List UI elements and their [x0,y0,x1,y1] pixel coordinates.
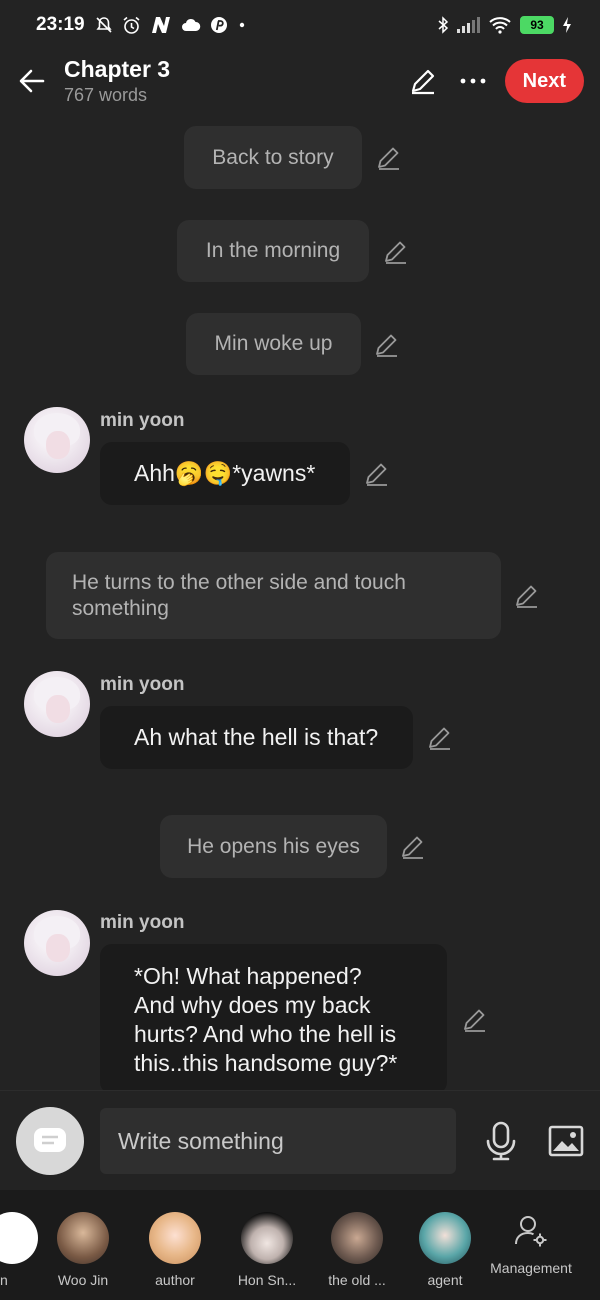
more-options-button[interactable] [455,63,491,99]
chapter-header: Chapter 3 767 words Next [0,50,600,112]
status-icons-right: 93 [437,16,572,34]
edit-message-button[interactable] [374,143,404,173]
management-button[interactable]: Management [486,1190,576,1300]
narration-bubble[interactable]: He opens his eyes [160,815,387,878]
dialogue-text: Ahh🥱🤤*yawns* [134,460,316,486]
edit-message-button[interactable] [398,832,428,862]
wifi-icon [489,17,511,34]
charging-bolt-icon [563,17,571,33]
edit-message-button[interactable] [362,459,392,489]
chapter-title: Chapter 3 [64,56,171,82]
pencil-icon [429,727,450,750]
character-label: n [0,1272,8,1288]
battery-indicator: 93 [520,16,554,34]
edit-message-button[interactable] [512,581,542,611]
character-label: Hon Sn... [237,1272,297,1288]
dialogue-line: this..this handsome guy?* [134,1050,398,1076]
dialogue-bubble[interactable]: Ah what the hell is that? [100,706,413,769]
edit-message-button[interactable] [372,330,402,360]
character-item[interactable]: agent [400,1190,490,1300]
dialogue-line: And why does my back [134,992,371,1018]
character-label: Management [490,1260,572,1276]
more-dots-icon [460,78,486,84]
narration-text: Back to story [212,145,334,169]
character-label: author [155,1272,195,1288]
story-feed[interactable]: Back to story In the morning Min woke up… [0,112,600,1090]
arrow-left-icon [19,69,45,93]
pencil-icon [516,585,537,608]
character-item[interactable]: Hon Sn... [222,1190,312,1300]
avatar[interactable] [24,407,90,473]
narration-text: In the morning [205,239,341,262]
character-item[interactable]: Woo Jin [38,1190,128,1300]
status-icons-left [95,16,247,35]
next-button[interactable]: Next [504,59,584,103]
cell-signal-icon [457,17,480,33]
pinterest-icon [210,17,227,33]
message-type-toggle[interactable] [16,1107,84,1175]
narration-bubble[interactable]: He turns to the other side and touch some… [46,552,501,639]
pencil-icon [402,836,423,859]
message-input[interactable]: Write something [100,1108,456,1174]
speaker-name: min yoon [100,674,185,695]
dot-icon [239,22,244,28]
edit-message-button[interactable] [425,723,455,753]
dialogue-text: Ah what the hell is that? [134,724,379,750]
pencil-icon [366,463,387,486]
status-bar: 23:19 93 [0,0,600,50]
speaker-name: min yoon [100,410,185,431]
mute-bell-icon [96,17,112,33]
pencil-icon [376,334,397,357]
character-label: the old ... [328,1272,386,1288]
pencil-icon [411,69,434,95]
character-avatar [331,1212,383,1264]
user-settings-icon [515,1216,547,1247]
alarm-icon [123,16,140,34]
character-label: Woo Jin [57,1272,109,1288]
character-avatar [57,1212,109,1264]
dialogue-bubble[interactable]: Ahh🥱🤤*yawns* [100,442,350,505]
edit-chapter-button[interactable] [405,63,441,99]
chat-bubble-icon [34,1128,66,1152]
edit-message-button[interactable] [460,1005,490,1035]
dialogue-line: *Oh! What happened? [134,963,362,989]
character-avatar [0,1212,38,1264]
header-actions: Next [405,59,584,103]
pencil-icon [378,147,399,170]
avatar[interactable] [24,910,90,976]
back-button[interactable] [0,56,64,106]
bluetooth-icon [438,16,449,34]
composer: Write something [0,1090,600,1190]
narration-bubble[interactable]: Back to story [184,126,362,189]
edit-message-button[interactable] [381,237,411,267]
character-label: agent [427,1272,463,1288]
character-avatar [149,1212,201,1264]
microphone-icon[interactable] [484,1121,518,1161]
narration-text: He opens his eyes [187,834,360,858]
status-time: 23:19 [36,14,85,35]
pencil-icon [385,241,406,264]
word-count: 767 words [64,85,148,105]
avatar[interactable] [24,671,90,737]
character-item[interactable]: the old ... [312,1190,402,1300]
cloud-icon [181,18,200,31]
character-item[interactable]: author [130,1190,220,1300]
character-bar: n Woo Jin author Hon Sn... the old ... a… [0,1190,600,1300]
character-avatar [241,1212,293,1264]
narration-text: Min woke up [214,332,333,355]
dialogue-line: hurts? And who the hell is [134,1021,397,1047]
title-block: Chapter 3 767 words [64,55,170,107]
narration-bubble[interactable]: In the morning [177,220,369,282]
character-avatar [419,1212,471,1264]
speaker-name: min yoon [100,912,185,933]
pencil-icon [464,1009,485,1032]
dialogue-bubble[interactable]: *Oh! What happened? And why does my back… [100,944,447,1090]
image-icon[interactable] [548,1123,584,1159]
app-n-icon [151,17,170,33]
narration-bubble[interactable]: Min woke up [186,313,361,375]
narration-text: He turns to the other side and touch some… [72,570,406,620]
